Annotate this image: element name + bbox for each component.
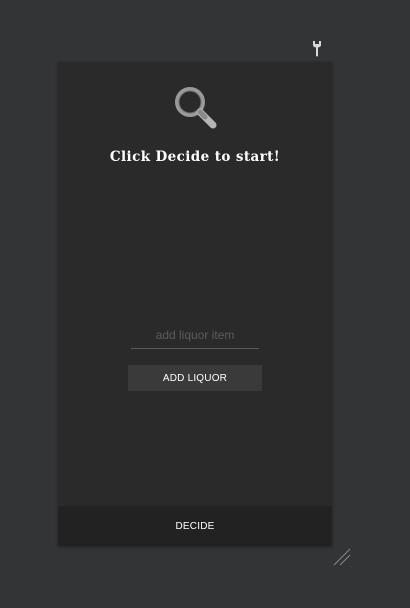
decide-button[interactable]: DECIDE bbox=[58, 506, 332, 546]
magnifier-icon bbox=[172, 84, 220, 132]
add-liquor-button[interactable]: ADD LIQUOR bbox=[128, 365, 262, 391]
start-prompt: Click Decide to start! bbox=[109, 149, 281, 165]
wrench-icon[interactable] bbox=[310, 40, 324, 58]
app-screen: Click Decide to start! ADD LIQUOR DECIDE bbox=[0, 0, 410, 608]
liquor-item-input[interactable] bbox=[131, 322, 259, 349]
main-panel: Click Decide to start! ADD LIQUOR DECIDE bbox=[58, 62, 332, 546]
resize-grip-icon[interactable] bbox=[333, 548, 351, 566]
